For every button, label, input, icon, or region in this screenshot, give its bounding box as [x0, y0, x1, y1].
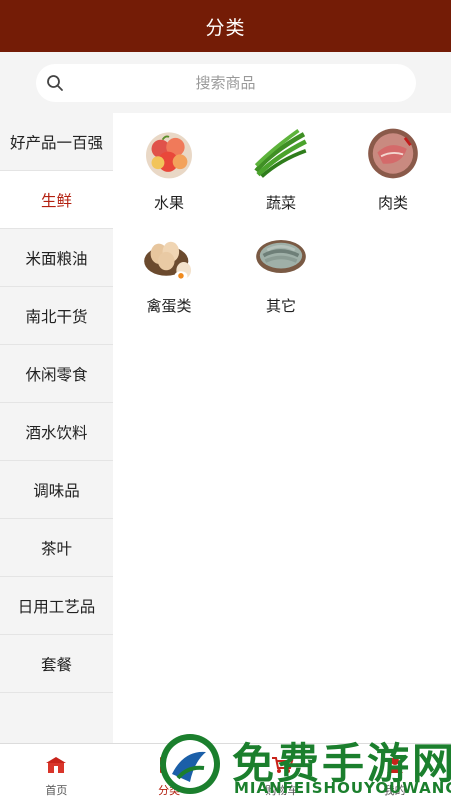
- meat-icon: [368, 128, 418, 179]
- sidebar-item-tea[interactable]: 茶叶: [0, 519, 113, 577]
- subcategory-label: 其它: [265, 297, 296, 315]
- sidebar-item-top100[interactable]: 好产品一百强: [0, 113, 113, 171]
- search-input[interactable]: 搜索商品: [35, 63, 416, 102]
- cart-icon: [271, 757, 294, 773]
- home-icon: [46, 757, 67, 773]
- tab-home[interactable]: 首页: [0, 744, 113, 801]
- top-bar: 分类: [0, 0, 451, 52]
- sidebar-item-dry-goods[interactable]: 南北干货: [0, 287, 113, 345]
- page-title: 分类: [205, 16, 246, 39]
- bottom-tab-bar: 首页 分类 购物车 我的: [0, 743, 451, 801]
- search-icon: [46, 74, 63, 91]
- subcategory-label: 水果: [153, 194, 184, 212]
- tab-label: 我的: [383, 784, 406, 797]
- sidebar-item-fresh[interactable]: 生鲜: [0, 171, 113, 229]
- sidebar-item-bundles[interactable]: 套餐: [0, 635, 113, 693]
- shrimp-icon: [256, 239, 306, 274]
- subcategory-vegetables[interactable]: 蔬菜: [225, 113, 337, 213]
- sidebar-item-condiments[interactable]: 调味品: [0, 461, 113, 519]
- sidebar-item-crafts[interactable]: 日用工艺品: [0, 577, 113, 635]
- tab-profile[interactable]: 我的: [338, 744, 451, 801]
- category-icon: [160, 757, 179, 773]
- subcategory-other[interactable]: 其它: [225, 216, 337, 316]
- subcategory-label: 禽蛋类: [146, 297, 192, 315]
- subcategory-meat[interactable]: 肉类: [337, 113, 449, 213]
- subcategory-fruit[interactable]: 水果: [113, 113, 225, 213]
- fruit-icon: [146, 132, 192, 179]
- subcategory-label: 肉类: [377, 194, 408, 212]
- tab-label: 分类: [158, 784, 181, 797]
- search-placeholder: 搜索商品: [195, 74, 256, 92]
- egg-icon: [144, 241, 192, 281]
- category-sidebar: 好产品一百强 生鲜 米面粮油 南北干货 休闲零食 酒水饮料 调味品 茶叶 日用工…: [0, 113, 113, 743]
- subcategory-label: 蔬菜: [265, 194, 296, 212]
- tab-category[interactable]: 分类: [113, 744, 226, 801]
- profile-icon: [386, 757, 403, 773]
- sidebar-item-drinks[interactable]: 酒水饮料: [0, 403, 113, 461]
- subcategory-eggs[interactable]: 禽蛋类: [113, 216, 225, 316]
- sidebar-item-grain-oil[interactable]: 米面粮油: [0, 229, 113, 287]
- vegetable-icon: [254, 129, 307, 178]
- search-area: 搜索商品: [0, 52, 451, 113]
- sidebar-item-snacks[interactable]: 休闲零食: [0, 345, 113, 403]
- tab-label: 购物车: [265, 784, 299, 797]
- tab-label: 首页: [45, 784, 68, 797]
- category-content: 水果 蔬菜 肉类 禽蛋类 其它: [113, 113, 451, 743]
- tab-cart[interactable]: 购物车: [226, 744, 339, 801]
